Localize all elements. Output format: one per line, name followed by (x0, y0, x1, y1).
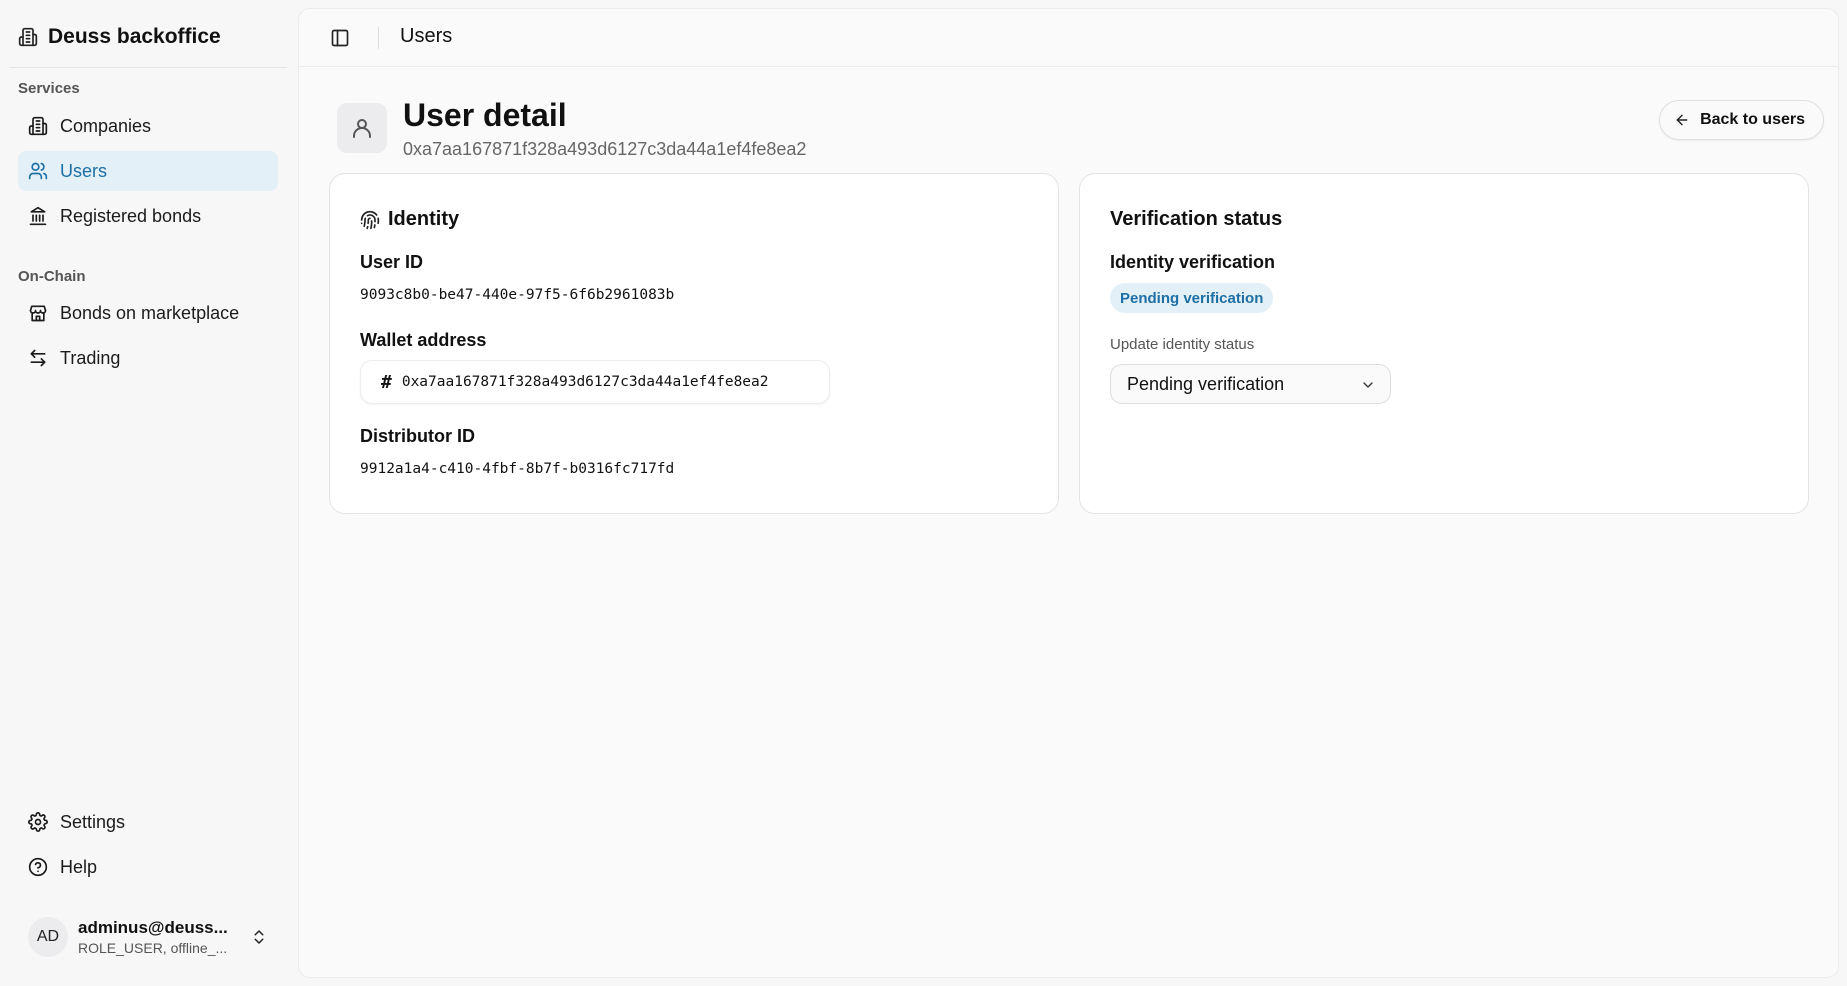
sidebar-item-bonds-on-marketplace[interactable]: Bonds on marketplace (18, 293, 278, 333)
distributor-id-label: Distributor ID (360, 426, 475, 446)
verification-card: Verification status Identity verificatio… (1079, 173, 1809, 514)
distributor-id-value: 9912a1a4-c410-4fbf-8b7f-b0316fc717fd (360, 461, 675, 477)
breadcrumb: Users (400, 25, 453, 47)
divider (378, 27, 379, 49)
identity-verification-label: Identity verification (1110, 252, 1276, 272)
main-panel: Users User detail 0xa7aa167871f328a493d6… (298, 8, 1839, 978)
sidebar-item-label: Companies (60, 115, 152, 136)
user-roles: ROLE_USER, offline_... (78, 940, 228, 956)
user-menu[interactable]: AD adminus@deuss... ROLE_USER, offline_.… (18, 910, 278, 964)
help-circle-icon (28, 857, 48, 877)
back-label: Back to users (1700, 111, 1805, 128)
section-label-on-chain: On-Chain (18, 268, 86, 285)
brand[interactable]: Deuss backoffice (18, 18, 287, 56)
user-id-label: User ID (360, 252, 424, 272)
page-title: User detail (403, 97, 567, 133)
gear-icon (28, 812, 48, 832)
sidebar-item-trading[interactable]: Trading (18, 338, 278, 378)
app-title: Deuss backoffice (48, 25, 221, 48)
building-icon (28, 116, 48, 136)
sidebar-item-label: Users (60, 160, 108, 181)
select-value: Pending verification (1127, 373, 1285, 394)
update-status-label: Update identity status (1110, 336, 1255, 353)
users-icon (28, 162, 48, 180)
chevron-down-icon (1363, 382, 1373, 388)
sidebar-item-help[interactable]: Help (18, 847, 278, 887)
identity-status-select[interactable]: Pending verification (1110, 364, 1391, 404)
sidebar-toggle-button[interactable] (325, 23, 355, 53)
building-icon (18, 27, 38, 47)
section-label-services: Services (18, 80, 80, 97)
identity-title: Identity (360, 208, 459, 231)
sidebar-item-registered-bonds[interactable]: Registered bonds (18, 196, 278, 236)
fingerprint-icon (360, 210, 380, 229)
arrow-left-icon (1676, 114, 1688, 126)
sidebar-item-companies[interactable]: Companies (18, 106, 278, 146)
user-email: adminus@deuss... (78, 918, 228, 937)
sidebar-item-label: Settings (60, 811, 126, 832)
sidebar-item-settings[interactable]: Settings (18, 802, 278, 842)
page-header: User detail 0xa7aa167871f328a493d6127c3d… (337, 95, 806, 160)
divider (10, 67, 287, 68)
sidebar-item-label: Help (60, 856, 98, 877)
wallet-address-label: Wallet address (360, 330, 487, 350)
user-id-value: 9093c8b0-be47-440e-97f5-6f6b2961083b (360, 287, 675, 303)
store-icon (29, 305, 47, 322)
avatar: AD (28, 917, 68, 957)
chevrons-up-down-icon (254, 930, 264, 944)
arrows-left-right-icon (30, 349, 46, 367)
page-subtitle: 0xa7aa167871f328a493d6127c3da44a1ef4fe8e… (403, 139, 807, 159)
identity-card: Identity User ID 9093c8b0-be47-440e-97f5… (329, 173, 1059, 514)
sidebar-item-label: Bonds on marketplace (60, 302, 240, 323)
wallet-address-field[interactable]: # 0xa7aa167871f328a493d6127c3da44a1ef4fe… (360, 360, 830, 404)
user-icon (337, 103, 387, 153)
wallet-address-value: 0xa7aa167871f328a493d6127c3da44a1ef4fe8e… (401, 374, 769, 390)
hash-icon: # (381, 371, 392, 393)
panel-left-icon (331, 29, 349, 47)
sidebar-item-label: Trading (60, 347, 121, 368)
sidebar: Deuss backoffice Services Companies User… (0, 0, 297, 986)
sidebar-item-users[interactable]: Users (18, 151, 278, 191)
sidebar-item-label: Registered bonds (60, 205, 202, 226)
status-badge: Pending verification (1110, 283, 1274, 313)
topbar: Users (299, 9, 1838, 67)
back-to-users-button[interactable]: Back to users (1659, 100, 1824, 140)
verification-title: Verification status (1110, 208, 1283, 230)
landmark-icon (29, 206, 47, 226)
